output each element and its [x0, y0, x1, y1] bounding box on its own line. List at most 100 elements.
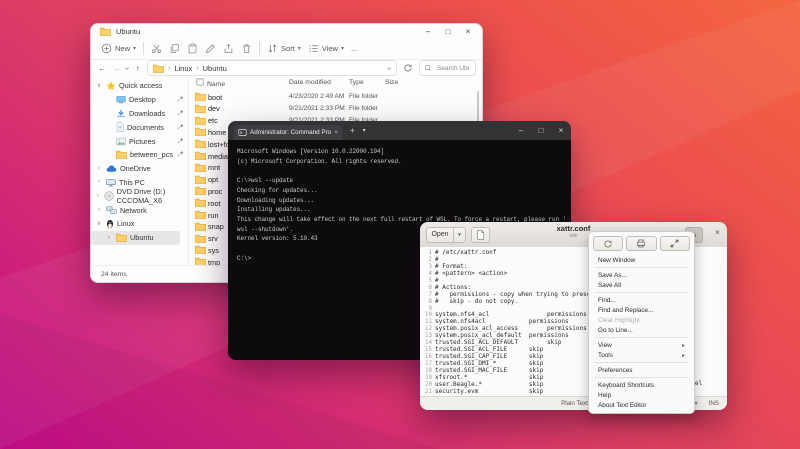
- breadcrumb-segment-ubuntu[interactable]: Ubuntu: [203, 64, 227, 73]
- menu-item-clear-highlight: Clear Highlight: [593, 315, 690, 325]
- up-button[interactable]: ↑: [133, 64, 143, 73]
- fullscreen-button[interactable]: [660, 236, 690, 251]
- tab-dropdown-button[interactable]: ▾: [363, 127, 366, 134]
- open-dropdown-button[interactable]: ▾: [454, 227, 466, 243]
- new-document-button[interactable]: [471, 227, 490, 243]
- menu-item-preferences[interactable]: Preferences: [593, 365, 690, 375]
- tab-close-icon[interactable]: ×: [334, 129, 338, 136]
- back-button[interactable]: ←: [97, 64, 107, 73]
- close-button[interactable]: ×: [551, 124, 571, 137]
- sidebar-item-documents[interactable]: Documents: [91, 120, 188, 134]
- recent-locations-button[interactable]: ›: [123, 67, 132, 70]
- explorer-titlebar[interactable]: Ubuntu – □ ×: [91, 24, 482, 38]
- maximize-button[interactable]: □: [531, 124, 551, 137]
- menu-item-save-as[interactable]: Save As...: [593, 270, 690, 280]
- menu-item-tools[interactable]: Tools▸: [593, 350, 690, 360]
- sidebar-item-label: Desktop: [129, 95, 156, 104]
- paste-button[interactable]: [187, 43, 198, 54]
- line-text: # /etc/xattr.conf: [435, 250, 496, 257]
- folder-icon: [195, 104, 206, 113]
- chevron-right-icon[interactable]: ›: [95, 207, 103, 213]
- print-button[interactable]: [626, 236, 656, 251]
- column-header-size[interactable]: Size: [385, 79, 398, 86]
- view-button[interactable]: View▾: [308, 43, 344, 54]
- menu-item-help[interactable]: Help: [593, 390, 690, 400]
- menu-item-about-text-editor[interactable]: About Text Editor: [593, 400, 690, 410]
- submenu-arrow-icon: ▸: [682, 352, 685, 359]
- statusbar-dropdown-icon[interactable]: ▾: [695, 400, 698, 407]
- breadcrumb[interactable]: › Linux › Ubuntu ›: [147, 60, 397, 76]
- search-input[interactable]: [435, 64, 471, 73]
- copy-button[interactable]: [169, 43, 180, 54]
- menu-item-view[interactable]: View▸: [593, 340, 690, 350]
- sidebar-item-desktop[interactable]: Desktop: [91, 93, 188, 107]
- menu-separator: [595, 337, 688, 338]
- pin-icon: [177, 123, 184, 132]
- line-number: 17: [420, 361, 435, 368]
- select-all-checkbox[interactable]: [196, 78, 204, 86]
- menu-item-label: Save As...: [598, 272, 627, 279]
- terminal-titlebar[interactable]: Administrator: Command Promp × + ▾ – □ ×: [228, 121, 571, 140]
- column-header-type[interactable]: Type: [349, 79, 364, 86]
- chevron-right-icon[interactable]: ›: [95, 193, 101, 199]
- open-button[interactable]: Open: [426, 227, 454, 243]
- menu-item-keyboard-shortcuts[interactable]: Keyboard Shortcuts: [593, 380, 690, 390]
- search-icon: [424, 64, 432, 72]
- chevron-down-icon[interactable]: ∨: [95, 220, 103, 227]
- menu-item-go-to-line[interactable]: Go to Line...: [593, 325, 690, 335]
- cut-button[interactable]: [151, 43, 162, 54]
- menu-item-save-all[interactable]: Save All: [593, 280, 690, 290]
- chevron-right-icon[interactable]: ›: [95, 166, 103, 172]
- breadcrumb-segment-linux[interactable]: Linux: [174, 64, 192, 73]
- sidebar-item-quick-access[interactable]: ∨Quick access: [91, 79, 188, 93]
- sidebar-item-label: between_pcs: [130, 150, 173, 159]
- close-button[interactable]: ×: [458, 25, 478, 38]
- sidebar-item-between-pcs[interactable]: between_pcs: [91, 148, 188, 162]
- address-dropdown-icon[interactable]: ›: [385, 67, 394, 70]
- new-tab-button[interactable]: +: [350, 126, 355, 135]
- menu-separator: [595, 267, 688, 268]
- menu-item-find-and-replace[interactable]: Find and Replace...: [593, 305, 690, 315]
- file-name: run: [208, 211, 219, 220]
- folder-icon: [195, 234, 206, 243]
- fullscreen-icon: [670, 239, 679, 248]
- chevron-right-icon[interactable]: ›: [95, 179, 103, 185]
- search-box[interactable]: [419, 60, 476, 76]
- file-row-dev[interactable]: dev9/21/2021 2:33 PMFile folder: [189, 103, 482, 115]
- terminal-line: Installing updates...: [237, 205, 571, 215]
- close-button[interactable]: ×: [715, 227, 720, 237]
- sidebar-item-dvd-drive-d-cccoma-x6[interactable]: ›DVD Drive (D:) CCCOMA_X6: [91, 189, 188, 203]
- maximize-button[interactable]: □: [438, 25, 458, 38]
- file-row-boot[interactable]: boot4/23/2020 2:49 AMFile folder: [189, 91, 482, 103]
- sidebar-item-pictures[interactable]: Pictures: [91, 134, 188, 148]
- new-button[interactable]: New▾: [101, 43, 136, 54]
- sidebar-item-onedrive[interactable]: ›OneDrive: [91, 162, 188, 176]
- toolbar-divider: [143, 42, 144, 55]
- new-document-icon: [476, 230, 485, 240]
- chevron-right-icon[interactable]: ›: [105, 235, 113, 241]
- refresh-icon[interactable]: [401, 63, 415, 73]
- sidebar-item-ubuntu[interactable]: ›Ubuntu: [91, 231, 180, 245]
- chevron-down-icon[interactable]: ∨: [95, 82, 103, 89]
- minimize-button[interactable]: –: [418, 25, 438, 38]
- line-number: 14: [420, 340, 435, 347]
- folder-icon: [195, 198, 206, 207]
- reload-button[interactable]: [593, 236, 623, 251]
- line-number: 4: [420, 271, 435, 278]
- column-header-date[interactable]: Date modified: [289, 79, 331, 86]
- forward-button[interactable]: →: [111, 64, 121, 73]
- file-date: 4/23/2020 2:49 AM: [289, 93, 344, 100]
- rename-button[interactable]: [205, 43, 216, 54]
- terminal-tab[interactable]: Administrator: Command Promp ×: [234, 125, 342, 140]
- more-options-button[interactable]: ...: [351, 44, 357, 53]
- delete-button[interactable]: [241, 43, 252, 54]
- sidebar-item-linux[interactable]: ∨Linux: [91, 217, 188, 231]
- sidebar-item-downloads[interactable]: Downloads: [91, 107, 188, 121]
- minimize-button[interactable]: –: [511, 124, 531, 137]
- menu-item-find[interactable]: Find...: [593, 295, 690, 305]
- share-button[interactable]: [223, 43, 234, 54]
- folder-icon: [195, 210, 206, 219]
- menu-item-new-window[interactable]: New Window: [593, 255, 690, 265]
- text-editor-window: Open ▾ xattr.conf /etc ≡ × 1# /etc/xattr…: [420, 222, 727, 410]
- sort-button[interactable]: Sort▾: [267, 43, 301, 54]
